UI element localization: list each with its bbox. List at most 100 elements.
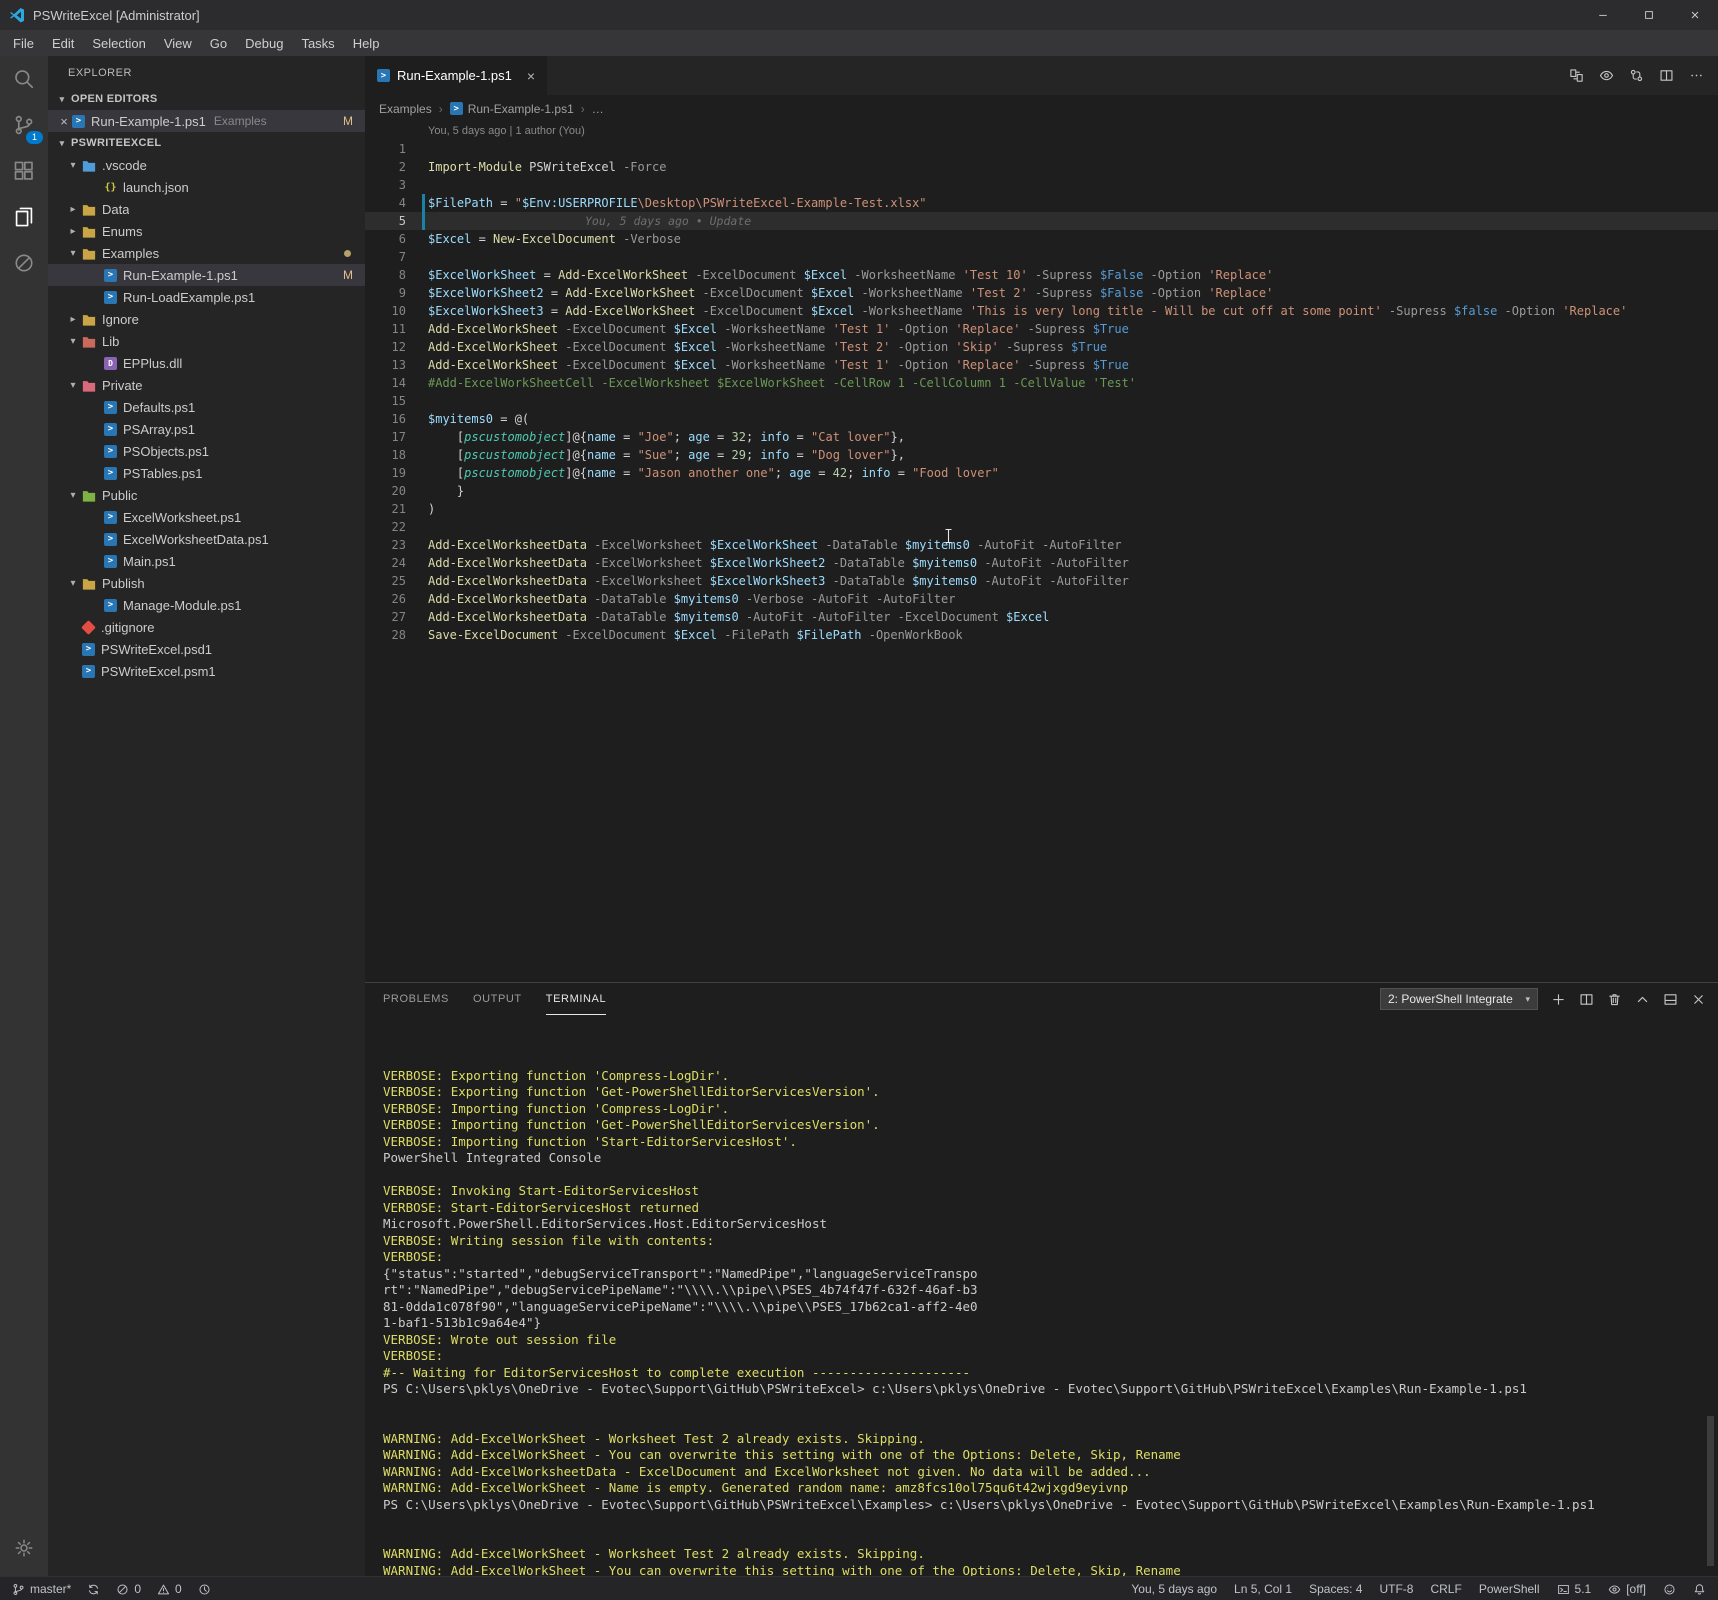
activity-debug-icon[interactable] [0, 240, 48, 286]
tree-item-lib[interactable]: ▾Lib [48, 330, 365, 352]
code-line-content[interactable]: #Add-ExcelWorkSheetCell -ExcelWorksheet … [428, 374, 1136, 392]
code-line-content[interactable] [428, 392, 435, 410]
code-line[interactable]: 23Add-ExcelWorksheetData -ExcelWorksheet… [365, 536, 1718, 554]
menu-go[interactable]: Go [201, 30, 236, 56]
code-line-content[interactable]: [pscustomobject]@{name = "Joe"; age = 32… [428, 428, 905, 446]
tree-item-launch-json[interactable]: {}launch.json [48, 176, 365, 198]
code-line[interactable]: 7 [365, 248, 1718, 266]
code-line-content[interactable]: [pscustomobject]@{name = "Sue"; age = 29… [428, 446, 905, 464]
close-button[interactable] [1672, 0, 1718, 30]
breadcrumb-item-run-example-1-ps1[interactable]: >Run-Example-1.ps1 [450, 102, 574, 116]
code-line[interactable]: 2Import-Module PSWriteExcel -Force [365, 158, 1718, 176]
code-line[interactable]: 11Add-ExcelWorkSheet -ExcelDocument $Exc… [365, 320, 1718, 338]
code-line-content[interactable]: $myitems0 = @( [428, 410, 529, 428]
code-line-content[interactable]: Add-ExcelWorkSheet -ExcelDocument $Excel… [428, 338, 1107, 356]
tree-item-pstables-ps1[interactable]: >PSTables.ps1 [48, 462, 365, 484]
tree-item-psarray-ps1[interactable]: >PSArray.ps1 [48, 418, 365, 440]
status-encoding[interactable]: UTF-8 [1379, 1582, 1413, 1596]
code-line[interactable]: 8$ExcelWorkSheet = Add-ExcelWorkSheet -E… [365, 266, 1718, 284]
code-line[interactable]: 19 [pscustomobject]@{name = "Jason anoth… [365, 464, 1718, 482]
status-session-clock[interactable] [198, 1583, 211, 1596]
open-changes-icon[interactable] [1569, 68, 1584, 83]
tree-item-public[interactable]: ▾Public [48, 484, 365, 506]
code-line[interactable]: 1 [365, 140, 1718, 158]
code-line-content[interactable]: Add-ExcelWorksheetData -ExcelWorksheet $… [428, 536, 1122, 554]
code-line-content[interactable]: $FilePath = "$Env:USERPROFILE\Desktop\PS… [428, 194, 927, 212]
open-editor-run-example-1-ps1[interactable]: ×>Run-Example-1.ps1ExamplesM [48, 110, 365, 132]
status-cursor-position[interactable]: Ln 5, Col 1 [1234, 1582, 1292, 1596]
compare-icon[interactable] [1629, 68, 1644, 83]
gitlens-authors-lens[interactable]: You, 5 days ago | 1 author (You) [365, 122, 1718, 140]
code-line-content[interactable]: $ExcelWorkSheet3 = Add-ExcelWorkSheet -E… [428, 302, 1627, 320]
tree-item-run-example-1-ps1[interactable]: >Run-Example-1.ps1M [48, 264, 365, 286]
code-line[interactable]: 18 [pscustomobject]@{name = "Sue"; age =… [365, 446, 1718, 464]
code-line[interactable]: 12Add-ExcelWorkSheet -ExcelDocument $Exc… [365, 338, 1718, 356]
status-powershell-version[interactable]: 5.1 [1557, 1582, 1592, 1596]
split-terminal-icon[interactable] [1579, 992, 1594, 1007]
tab-run-example-1[interactable]: > Run-Example-1.ps1 × [365, 56, 547, 95]
code-line[interactable]: 16$myitems0 = @( [365, 410, 1718, 428]
code-line-content[interactable]: Add-ExcelWorksheetData -ExcelWorksheet $… [428, 554, 1129, 572]
tree-item-pswriteexcel-psd1[interactable]: >PSWriteExcel.psd1 [48, 638, 365, 660]
toggle-preview-icon[interactable] [1599, 68, 1614, 83]
code-line[interactable]: 22 [365, 518, 1718, 536]
code-line-content[interactable]: ) [428, 500, 435, 518]
code-line-content[interactable]: $ExcelWorkSheet2 = Add-ExcelWorkSheet -E… [428, 284, 1273, 302]
tree-item-epplus-dll[interactable]: DEPPlus.dll [48, 352, 365, 374]
status-eol[interactable]: CRLF [1430, 1582, 1461, 1596]
code-line[interactable]: 3 [365, 176, 1718, 194]
code-line[interactable]: 6$Excel = New-ExcelDocument -Verbose [365, 230, 1718, 248]
code-line[interactable]: 21) [365, 500, 1718, 518]
activity-search-icon[interactable] [0, 56, 48, 102]
status-notifications[interactable] [1693, 1583, 1706, 1596]
breadcrumb-item-examples[interactable]: Examples [379, 102, 432, 116]
code-line[interactable]: 15 [365, 392, 1718, 410]
more-icon[interactable] [1689, 68, 1704, 83]
code-line-content[interactable]: Add-ExcelWorksheetData -DataTable $myite… [428, 590, 955, 608]
tree-item-examples[interactable]: ▾Examples [48, 242, 365, 264]
menu-help[interactable]: Help [344, 30, 389, 56]
code-editor[interactable]: You, 5 days ago | 1 author (You)1 2Impor… [365, 122, 1718, 982]
code-line[interactable]: 24Add-ExcelWorksheetData -ExcelWorksheet… [365, 554, 1718, 572]
tree-item-publish[interactable]: ▾Publish [48, 572, 365, 594]
terminal-output[interactable]: VERBOSE: Exporting function 'Compress-Lo… [365, 1015, 1718, 1576]
terminal-scrollbar[interactable] [1707, 1416, 1714, 1566]
menu-file[interactable]: File [4, 30, 43, 56]
minimize-button[interactable] [1580, 0, 1626, 30]
code-line-content[interactable]: [pscustomobject]@{name = "Jason another … [428, 464, 999, 482]
split-editor-icon[interactable] [1659, 68, 1674, 83]
tree-item-main-ps1[interactable]: >Main.ps1 [48, 550, 365, 572]
code-line-content[interactable]: } [428, 482, 464, 500]
tree-item-manage-module-ps1[interactable]: >Manage-Module.ps1 [48, 594, 365, 616]
open-editors-header[interactable]: ▾ OPEN EDITORS [48, 88, 365, 110]
code-line[interactable]: 20 } [365, 482, 1718, 500]
tree-item-enums[interactable]: ▸Enums [48, 220, 365, 242]
status-gitlens-annotations[interactable]: [off] [1608, 1582, 1646, 1596]
tree-item-excelworksheetdata-ps1[interactable]: >ExcelWorksheetData.ps1 [48, 528, 365, 550]
status-gitlens-blame[interactable]: You, 5 days ago [1131, 1582, 1217, 1596]
tree-item-excelworksheet-ps1[interactable]: >ExcelWorksheet.ps1 [48, 506, 365, 528]
panel-tab-output[interactable]: OUTPUT [473, 983, 522, 1015]
code-line-content[interactable]: Save-ExcelDocument -ExcelDocument $Excel… [428, 626, 963, 644]
status-sync[interactable] [87, 1583, 100, 1596]
code-line-content[interactable] [428, 140, 435, 158]
code-line-content[interactable] [428, 248, 435, 266]
menu-tasks[interactable]: Tasks [292, 30, 343, 56]
code-line[interactable]: 25Add-ExcelWorksheetData -ExcelWorksheet… [365, 572, 1718, 590]
code-line[interactable]: 26Add-ExcelWorksheetData -DataTable $myi… [365, 590, 1718, 608]
settings-gear-icon[interactable] [0, 1528, 48, 1568]
toggle-panel-icon[interactable] [1663, 992, 1678, 1007]
kill-terminal-icon[interactable] [1607, 992, 1622, 1007]
workspace-root-header[interactable]: ▾ PSWRITEEXCEL [48, 132, 365, 154]
code-line[interactable]: 28Save-ExcelDocument -ExcelDocument $Exc… [365, 626, 1718, 644]
code-line[interactable]: 17 [pscustomobject]@{name = "Joe"; age =… [365, 428, 1718, 446]
activity-source-control-icon[interactable]: 1 [0, 102, 48, 148]
code-line-content[interactable]: Import-Module PSWriteExcel -Force [428, 158, 666, 176]
menu-debug[interactable]: Debug [236, 30, 292, 56]
panel-tab-terminal[interactable]: TERMINAL [546, 983, 606, 1015]
code-line-content[interactable] [428, 518, 435, 536]
status-error-count[interactable]: 0 [116, 1582, 141, 1596]
tree-item-vscode[interactable]: ▾.vscode [48, 154, 365, 176]
tree-item-run-loadexample-ps1[interactable]: >Run-LoadExample.ps1 [48, 286, 365, 308]
menu-selection[interactable]: Selection [83, 30, 154, 56]
